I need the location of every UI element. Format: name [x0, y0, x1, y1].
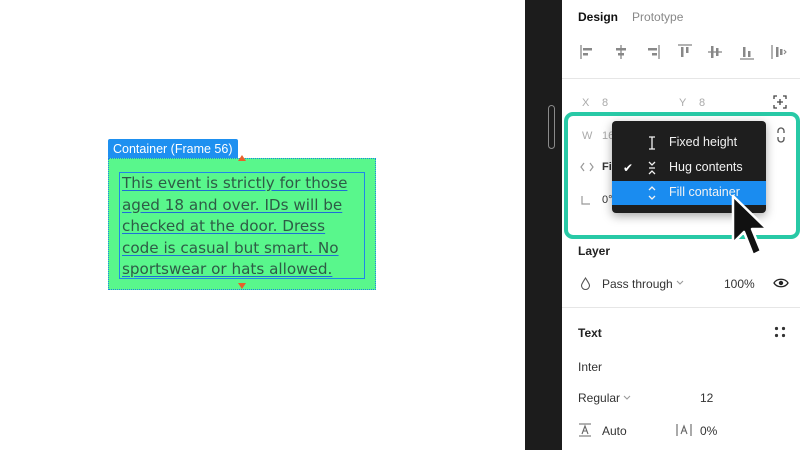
fixed-height-icon	[649, 136, 655, 150]
text-line: checked at the door. Dress	[122, 217, 326, 235]
align-left-icon[interactable]	[578, 42, 596, 62]
text-section-title: Text	[578, 326, 602, 340]
align-bottom-icon[interactable]	[738, 42, 756, 62]
text-layer-content: This event is strictly for those aged 18…	[122, 173, 372, 281]
line-height-icon	[579, 423, 591, 437]
text-line: aged 18 and over. IDs will be	[122, 195, 343, 214]
font-weight-select[interactable]: Regular	[578, 391, 620, 405]
y-value[interactable]: 8	[699, 97, 705, 109]
scrollbar-handle[interactable]	[548, 105, 555, 149]
resize-handle-bottom[interactable]	[238, 283, 246, 289]
design-canvas[interactable]: Container (Frame 56) This event is stric…	[0, 0, 525, 450]
layer-opacity-value[interactable]: 100%	[724, 277, 755, 291]
y-label: Y	[679, 97, 687, 109]
checkmark-icon: ✔	[623, 161, 634, 175]
tab-prototype[interactable]: Prototype	[632, 10, 683, 26]
menu-item-fixed-height[interactable]: Fixed height	[612, 131, 766, 155]
line-height-input[interactable]: Auto	[602, 424, 627, 438]
text-line: code is casual but smart. No	[122, 238, 339, 257]
text-layer[interactable]: This event is strictly for those aged 18…	[119, 172, 365, 279]
resize-handle-top[interactable]	[238, 155, 246, 161]
panel-gutter	[525, 0, 562, 450]
hug-contents-icon	[648, 161, 656, 175]
text-line: This event is strictly for those	[122, 174, 348, 192]
tab-design[interactable]: Design	[578, 10, 618, 26]
menu-item-label: Hug contents	[669, 160, 743, 174]
align-horizontal-center-icon[interactable]	[612, 42, 630, 62]
fill-container-icon	[648, 186, 656, 200]
blend-mode-select[interactable]: Pass through	[602, 277, 673, 291]
type-settings-icon[interactable]	[774, 326, 786, 338]
align-top-icon[interactable]	[676, 42, 694, 62]
selected-frame[interactable]: This event is strictly for those aged 18…	[108, 155, 376, 290]
letter-spacing-input[interactable]: 0%	[700, 424, 717, 438]
align-right-icon[interactable]	[644, 42, 662, 62]
menu-item-hug-contents[interactable]: ✔ Hug contents	[612, 156, 766, 180]
font-size-input[interactable]: 12	[700, 391, 713, 405]
frame-name-tag[interactable]: Container (Frame 56)	[108, 139, 238, 159]
chevron-down-icon[interactable]	[676, 280, 684, 286]
visibility-eye-icon[interactable]	[773, 277, 789, 289]
text-line: sportswear or hats allowed.	[122, 260, 333, 278]
x-label: X	[582, 97, 590, 109]
blend-mode-icon	[580, 277, 591, 290]
distribute-icon[interactable]	[770, 42, 788, 62]
panel-tabs: Design Prototype	[578, 10, 683, 26]
divider	[562, 78, 800, 79]
menu-item-label: Fixed height	[669, 135, 738, 149]
divider	[562, 307, 800, 308]
align-vertical-center-icon[interactable]	[706, 42, 724, 62]
alignment-toolbar	[578, 42, 800, 64]
layer-section-title: Layer	[578, 244, 611, 258]
absolute-position-icon[interactable]	[772, 94, 788, 110]
x-value[interactable]: 8	[602, 97, 608, 109]
font-family-select[interactable]: Inter	[578, 360, 602, 374]
mouse-cursor-icon	[731, 194, 769, 257]
chevron-down-icon[interactable]	[623, 395, 631, 401]
letter-spacing-icon	[676, 424, 692, 436]
